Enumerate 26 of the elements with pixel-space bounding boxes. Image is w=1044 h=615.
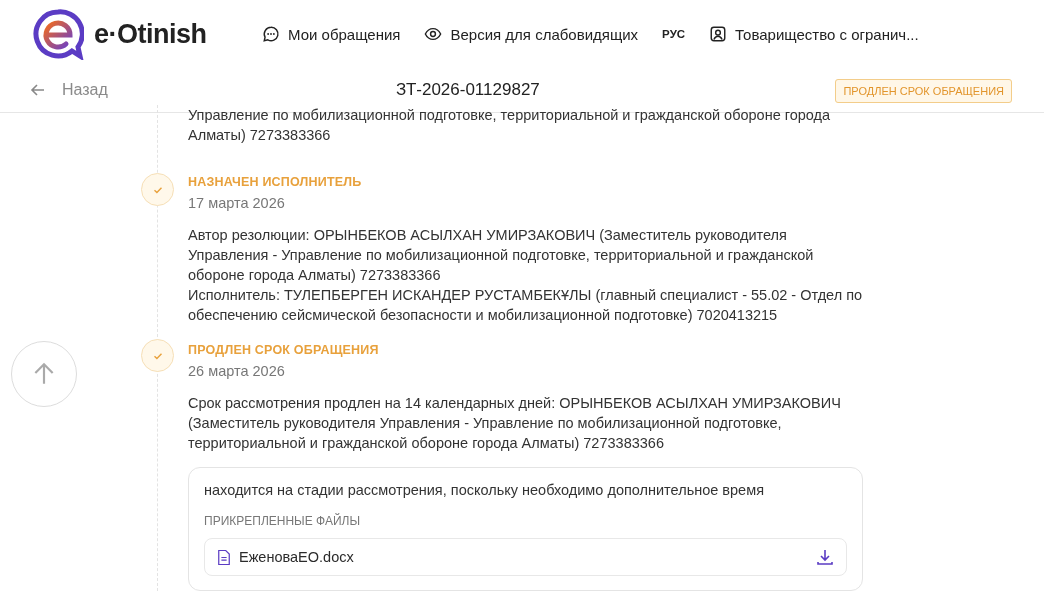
- logo-text[interactable]: e·Otinish: [94, 18, 207, 50]
- event-description: Управление по мобилизационной подготовке, территориальной и гражданской обороне города Алматы) 7273383366: [188, 106, 832, 145]
- eye-icon: [424, 25, 443, 43]
- status-badge: ПРОДЛЕН СРОК ОБРАЩЕНИЯ: [835, 79, 1012, 103]
- attachment-item[interactable]: ЕженоваЕО.docx: [204, 538, 847, 576]
- user-icon: [709, 25, 728, 43]
- event-description: Срок рассмотрения продлен на 14 календарных дней: ОРЫНБЕКОВ АСЫЛХАН УМИРЗАКОВИЧ (Заместитель руководителя Управления - Управление по мобилизационной подготовке, территориальной и гражданской обороне города Алматы) 7273383366: [188, 394, 842, 453]
- event-title: ПРОДЛЕН СРОК ОБРАЩЕНИЯ: [188, 343, 380, 357]
- logo-icon[interactable]: [32, 8, 84, 60]
- comment-text: находится на стадии рассмотрения, поскольку необходимо дополнительное время: [204, 482, 765, 498]
- event-date: 17 марта 2026: [188, 195, 286, 211]
- arrow-left-icon: [30, 82, 46, 98]
- nav-link[interactable]: Товарищество с огранич...: [709, 25, 919, 43]
- document-icon: [217, 548, 231, 566]
- attachments-label: ПРИКРЕПЛЕННЫЕ ФАЙЛЫ: [204, 514, 362, 528]
- event-description: Исполнитель: ТУЛЕПБЕРГЕН ИСКАНДЕР РУСТАМБЕКҰЛЫ (главный специалист - 55.02 - Отдел по обеспечению сейсмической безопасности и мобилизационной подготовке) 7020413215: [188, 286, 863, 325]
- event-description: Автор резолюции: ОРЫНБЕКОВ АСЫЛХАН УМИРЗАКОВИЧ (Заместитель руководителя Управления - Управление по мобилизационной подготовке, территориальной и гражданской обороне города Алматы) 7273383366: [188, 226, 815, 285]
- file-name: ЕженоваЕО.docx: [239, 549, 355, 565]
- event-title: НАЗНАЧЕН ИСПОЛНИТЕЛЬ: [188, 175, 363, 189]
- nav-link[interactable]: Мои обращения: [262, 25, 401, 43]
- nav-link[interactable]: РУС: [662, 28, 686, 40]
- request-number: ЗТ-2026-01129827: [395, 80, 541, 100]
- download-icon[interactable]: [816, 548, 834, 566]
- chat-icon: [262, 25, 280, 43]
- event-date: 26 марта 2026: [188, 363, 286, 379]
- nav-link[interactable]: Версия для слабовидящих: [424, 25, 639, 43]
